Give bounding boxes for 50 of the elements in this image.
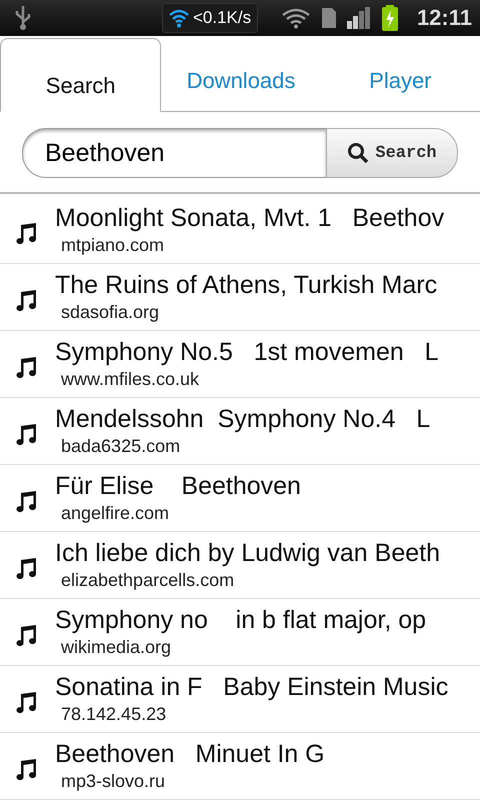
result-row[interactable]: Symphony No.5 1st movemen L www.mfiles.co.uk bbox=[0, 331, 480, 398]
tab[interactable]: Player bbox=[320, 36, 480, 112]
result-row[interactable]: The Ruins of Athens, Turkish Marc sdasofia.org bbox=[0, 264, 480, 331]
result-row[interactable]: Symphony no in b flat major, op wikimedia.org bbox=[0, 599, 480, 666]
music-note-icon bbox=[14, 288, 38, 312]
song-title: Mendelssohn Symphony No.4 L bbox=[55, 404, 430, 434]
song-title: Für Elise Beethoven bbox=[55, 471, 301, 501]
song-title: Symphony no in b flat major, op bbox=[55, 605, 426, 635]
source-site: wikimedia.org bbox=[61, 636, 172, 659]
music-note-icon bbox=[14, 556, 38, 580]
source-site: 78.142.45.23 bbox=[61, 703, 168, 726]
song-title: Symphony No.5 1st movemen L bbox=[55, 337, 439, 367]
result-row[interactable]: Mendelssohn Symphony No.4 L bada6325.com bbox=[0, 398, 480, 465]
music-note-icon bbox=[14, 355, 38, 379]
song-title: Moonlight Sonata, Mvt. 1 Beethov bbox=[55, 203, 444, 233]
source-site: angelfire.com bbox=[61, 502, 170, 525]
source-site: mtpiano.com bbox=[61, 234, 166, 257]
result-row[interactable]: Beethoven Minuet In G mp3-slovo.ru bbox=[0, 733, 480, 800]
search-button[interactable]: Search bbox=[326, 128, 458, 178]
result-row[interactable]: Moonlight Sonata, Mvt. 1 Beethov mtpiano.com bbox=[0, 197, 480, 264]
signal-icon bbox=[346, 7, 371, 29]
result-row[interactable]: Ich liebe dich by Ludwig van Beeth elizabethparcells.com bbox=[0, 532, 480, 599]
usb-icon bbox=[14, 5, 32, 31]
music-note-icon bbox=[14, 422, 38, 446]
music-note-icon bbox=[14, 221, 38, 245]
source-site: mp3-slovo.ru bbox=[61, 770, 166, 793]
search-icon bbox=[347, 142, 370, 164]
song-title: Beethoven Minuet In G bbox=[55, 739, 325, 769]
result-row[interactable]: Sonatina in F Baby Einstein Music 78.142.45.23 bbox=[0, 666, 480, 733]
sim-card-icon bbox=[320, 7, 337, 29]
tab[interactable]: Search bbox=[0, 38, 162, 112]
wifi-icon bbox=[169, 8, 189, 28]
result-row[interactable]: Für Elise Beethoven angelfire.com bbox=[0, 465, 480, 532]
battery-charging-icon bbox=[380, 5, 399, 31]
music-note-icon bbox=[14, 623, 38, 647]
song-title: Ich liebe dich by Ludwig van Beeth bbox=[55, 538, 440, 568]
music-note-icon bbox=[14, 757, 38, 781]
clock: 12:11 bbox=[416, 5, 472, 31]
music-note-icon bbox=[14, 489, 38, 513]
search-field[interactable]: Beethoven bbox=[22, 128, 326, 178]
tab[interactable]: Downloads bbox=[161, 36, 321, 112]
source-site: sdasofia.org bbox=[61, 301, 160, 324]
song-title: The Ruins of Athens, Turkish Marc bbox=[55, 270, 438, 300]
source-site: bada6325.com bbox=[61, 435, 182, 458]
network-speed: <0.1K/s bbox=[193, 8, 252, 28]
source-site: elizabethparcells.com bbox=[61, 569, 236, 592]
wifi-icon bbox=[280, 7, 311, 29]
music-note-icon bbox=[14, 690, 38, 714]
song-title: Sonatina in F Baby Einstein Music bbox=[55, 672, 448, 702]
source-site: www.mfiles.co.uk bbox=[61, 368, 200, 391]
